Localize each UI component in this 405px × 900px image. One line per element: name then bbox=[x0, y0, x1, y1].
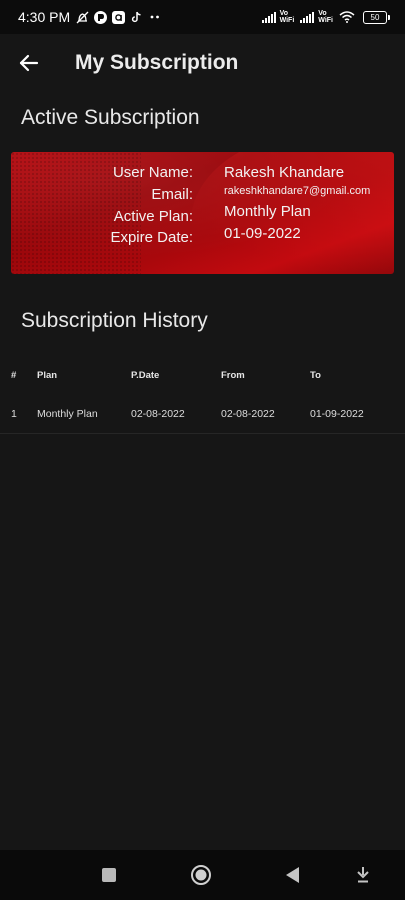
vowifi-1-icon: Vo WiFi bbox=[279, 10, 295, 24]
status-time: 4:30 PM bbox=[18, 9, 71, 25]
home-button[interactable] bbox=[190, 864, 212, 886]
home-circle-icon bbox=[191, 865, 211, 885]
system-status-icons: Vo WiFi Vo WiFi 50 bbox=[261, 10, 390, 24]
active-plan-label: Active Plan: bbox=[113, 208, 193, 225]
active-subscription-card: User Name: Rakesh Khandare Email: rakesh… bbox=[11, 152, 394, 274]
page-title: My Subscription bbox=[75, 51, 239, 74]
row-plan-cell: Monthly Plan bbox=[37, 408, 98, 420]
keyboard-hide-icon bbox=[357, 867, 369, 883]
a-app-icon bbox=[112, 10, 126, 24]
system-navigation-bar bbox=[0, 850, 405, 900]
signal-2-icon bbox=[300, 11, 315, 23]
battery-icon: 50 bbox=[363, 10, 390, 24]
keyboard-hide-button[interactable] bbox=[352, 864, 374, 886]
user-name-label: User Name: bbox=[112, 164, 193, 181]
active-subscription-heading: Active Subscription bbox=[21, 106, 200, 129]
signal-1-icon bbox=[261, 11, 276, 23]
email-label: Email: bbox=[151, 186, 193, 203]
expire-date-label: Expire Date: bbox=[110, 229, 193, 246]
muted-notification-icon bbox=[76, 11, 89, 24]
row-from-cell: 02-08-2022 bbox=[221, 408, 275, 420]
email-value: rakeshkhandare7@gmail.com bbox=[224, 185, 371, 197]
subscription-history-table: # Plan P.Date From To 1 Monthly Plan 02-… bbox=[0, 356, 405, 434]
wifi-icon bbox=[339, 11, 355, 24]
table-row: 1 Monthly Plan 02-08-2022 02-08-2022 01-… bbox=[0, 356, 405, 434]
notification-icons bbox=[76, 10, 161, 24]
recents-square-icon bbox=[102, 868, 116, 882]
recents-button[interactable] bbox=[98, 864, 120, 886]
expire-date-value: 01-09-2022 bbox=[224, 225, 301, 242]
app-notification-icon bbox=[94, 10, 108, 24]
arrow-left-icon bbox=[19, 54, 39, 72]
user-name-value: Rakesh Khandare bbox=[224, 164, 345, 181]
tiktok-icon bbox=[130, 11, 143, 24]
subscription-screen: 4:30 PM Vo WiFi Vo WiFi 50 My Subscripti… bbox=[0, 0, 405, 900]
status-bar: 4:30 PM Vo WiFi Vo WiFi 50 bbox=[0, 0, 405, 34]
back-button[interactable] bbox=[16, 50, 42, 76]
row-purchase-date-cell: 02-08-2022 bbox=[131, 408, 185, 420]
row-to-cell: 01-09-2022 bbox=[310, 408, 364, 420]
active-plan-value: Monthly Plan bbox=[224, 203, 311, 220]
back-nav-button[interactable] bbox=[282, 864, 304, 886]
row-number-cell: 1 bbox=[11, 408, 17, 420]
app-bar: My Subscription bbox=[0, 34, 405, 94]
subscription-history-heading: Subscription History bbox=[21, 309, 208, 332]
more-notifications-icon bbox=[148, 11, 161, 24]
back-triangle-icon bbox=[286, 867, 299, 883]
vowifi-2-icon: Vo WiFi bbox=[318, 10, 333, 24]
